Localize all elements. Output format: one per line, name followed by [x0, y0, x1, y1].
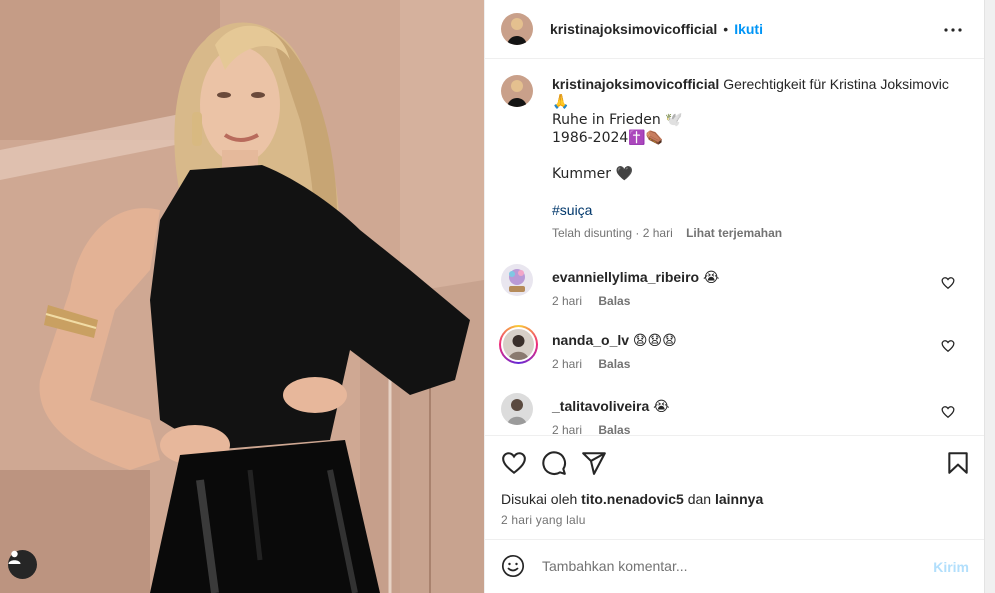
comment-item: _talitavoliveira 😭 2 hari Balas — [501, 393, 969, 435]
separator-dot: • — [723, 21, 729, 37]
caption-author-avatar[interactable] — [501, 75, 533, 107]
comment-icon[interactable] — [541, 450, 567, 476]
comments-list[interactable]: kristinajoksimovicofficial Gerechtigkeit… — [485, 59, 985, 435]
commenter-avatar[interactable] — [501, 264, 533, 296]
comment-time: 2 hari — [552, 357, 583, 371]
user-icon — [8, 550, 21, 564]
liked-by-join: dan — [687, 491, 712, 507]
tagged-users-button[interactable] — [8, 550, 37, 579]
caption-edited-time: Telah disunting · 2 hari — [552, 226, 673, 240]
caption-username[interactable]: kristinajoksimovicofficial — [552, 76, 719, 92]
hashtag-link[interactable]: #suiça — [552, 201, 962, 219]
comment-item: evanniellylima_ribeiro 😭 2 hari Balas — [501, 264, 969, 324]
comment-text: 😭 — [653, 399, 670, 415]
caption-line — [552, 183, 962, 201]
post-comment-button[interactable]: Kirim — [933, 559, 969, 575]
heart-icon[interactable] — [941, 405, 955, 419]
comment-item: nanda_o_lv 😧😧😧 2 hari Balas — [499, 325, 969, 387]
heart-icon[interactable] — [941, 276, 955, 290]
commenter-avatar-story-ring[interactable] — [499, 325, 538, 364]
comment-time: 2 hari — [552, 423, 583, 435]
emoji-picker-icon[interactable] — [501, 554, 525, 578]
liked-by-user-link[interactable]: tito.nenadovic5 — [581, 491, 684, 507]
reply-button[interactable]: Balas — [598, 294, 630, 308]
comment-text: 😭 — [702, 270, 720, 286]
caption-line: Kummer 🖤 — [552, 166, 633, 182]
caption-line: Gerechtigkeit für Kristina Joksimovic — [723, 76, 949, 92]
share-icon[interactable] — [581, 450, 607, 476]
add-comment-bar: Kirim — [485, 539, 985, 593]
heart-icon[interactable] — [941, 339, 955, 353]
caption-line: 🙏 — [552, 94, 570, 110]
liked-by-prefix: Disukai oleh — [501, 491, 578, 507]
more-horizontal-icon[interactable] — [941, 18, 965, 42]
caption-line: 1986-2024✝️⚰️ — [552, 130, 664, 146]
reply-button[interactable]: Balas — [598, 423, 630, 435]
reply-button[interactable]: Balas — [598, 357, 630, 371]
author-username[interactable]: kristinajoksimovicofficial — [550, 21, 717, 37]
page-scrollbar[interactable] — [984, 0, 995, 593]
post-actions: Disukai oleh tito.nenadovic5 dan lainnya… — [485, 435, 985, 539]
liked-by-others-link[interactable]: lainnya — [715, 491, 763, 507]
heart-icon[interactable] — [501, 450, 527, 476]
comment-text: 😧😧😧 — [632, 333, 677, 349]
comment-username[interactable]: nanda_o_lv — [552, 332, 629, 348]
comment-username[interactable]: _talitavoliveira — [552, 398, 649, 414]
comment-username[interactable]: evanniellylima_ribeiro — [552, 269, 699, 285]
caption-line — [552, 147, 962, 165]
caption-line: Ruhe in Frieden 🕊️ — [552, 112, 683, 128]
liked-by-summary: Disukai oleh tito.nenadovic5 dan lainnya — [501, 491, 763, 507]
comment-input[interactable] — [542, 554, 922, 578]
comment-time: 2 hari — [552, 294, 583, 308]
post-header: kristinajoksimovicofficial • Ikuti — [485, 0, 985, 59]
post-side-panel: kristinajoksimovicofficial • Ikuti krist… — [484, 0, 985, 593]
post-photo-illustration — [0, 0, 484, 593]
commenter-avatar[interactable] — [501, 393, 533, 425]
bookmark-icon[interactable] — [945, 450, 971, 476]
author-avatar[interactable] — [501, 13, 533, 45]
see-translation-button[interactable]: Lihat terjemahan — [686, 226, 782, 240]
post-timestamp[interactable]: 2 hari yang lalu — [501, 513, 586, 527]
follow-button[interactable]: Ikuti — [734, 21, 763, 37]
post-photo[interactable] — [0, 0, 484, 593]
